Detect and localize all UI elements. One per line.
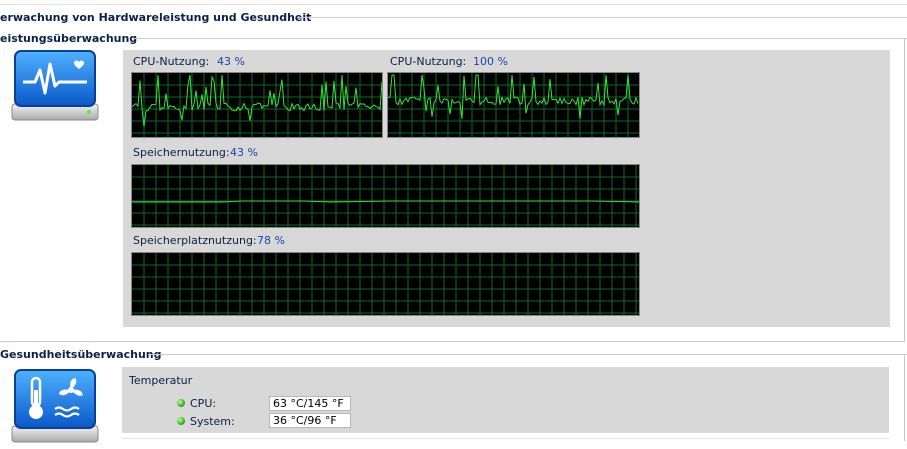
cpu1-value: 43 % — [217, 55, 245, 68]
system-temp-field: 36 °C/96 °F — [269, 413, 351, 428]
cpu-status-icon — [177, 399, 185, 407]
cpu-temp-field: 63 °C/145 °F — [269, 396, 351, 411]
health-panel — [122, 367, 889, 433]
cpu1-trace — [132, 74, 382, 127]
header-rule — [297, 17, 907, 18]
system-temp-label: System: — [190, 415, 235, 428]
performance-bottom-rule — [0, 341, 905, 342]
disk-graph — [131, 252, 640, 316]
top-rule — [0, 4, 907, 5]
performance-section-title: eistungsüberwachung — [0, 32, 138, 45]
health-panel-shadow — [122, 438, 889, 439]
disk-label: Speicherplatznutzung: — [133, 234, 257, 247]
health-section-title: Gesundheitsüberwachung — [0, 348, 162, 361]
page-title: erwachung von Hardwareleistung und Gesun… — [0, 11, 312, 24]
cpu-temp-label: CPU: — [190, 397, 217, 410]
memory-graph — [131, 164, 640, 228]
cpu2-graph — [387, 72, 640, 138]
system-status-icon — [177, 417, 185, 425]
performance-right-border — [904, 38, 905, 341]
cpu2-value: 100 % — [473, 55, 508, 68]
health-rule — [148, 354, 907, 355]
cpu1-label: CPU-Nutzung: — [133, 55, 210, 68]
cpu2-label: CPU-Nutzung: — [390, 55, 467, 68]
disk-value: 78 % — [257, 234, 285, 247]
memory-label: Speichernutzung: — [133, 146, 230, 159]
performance-rule — [133, 38, 907, 39]
heart-monitor-icon — [9, 48, 101, 124]
temperature-fan-icon — [9, 366, 101, 443]
temperature-heading: Temperatur — [129, 374, 193, 387]
cpu1-graph — [131, 72, 383, 138]
memory-value: 43 % — [230, 146, 258, 159]
health-right-border — [904, 354, 905, 441]
